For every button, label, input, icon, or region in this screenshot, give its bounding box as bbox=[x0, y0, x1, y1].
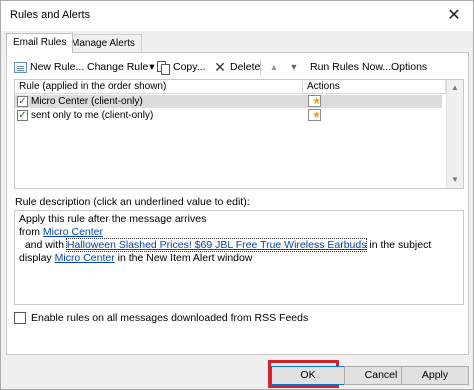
toolbar-separator bbox=[260, 59, 261, 75]
delete-x-icon: ✕ bbox=[214, 59, 226, 75]
delete-rule-button[interactable]: ✕ Delete bbox=[213, 57, 260, 77]
arrow-up-icon: ▲ bbox=[269, 62, 279, 72]
description-text: in the New Item Alert window bbox=[114, 252, 253, 264]
rule-name: sent only to me (client-only) bbox=[31, 110, 154, 121]
description-text: display bbox=[19, 252, 55, 264]
new-item-alert-icon bbox=[308, 95, 321, 107]
scroll-up-icon[interactable]: ▲ bbox=[447, 80, 463, 96]
rss-rules-checkbox[interactable] bbox=[14, 312, 26, 324]
alert-text-link[interactable]: Micro Center bbox=[55, 252, 115, 264]
tab-email-rules[interactable]: Email Rules bbox=[6, 33, 74, 53]
rule-description-box: Apply this rule after the message arrive… bbox=[14, 210, 464, 305]
actions-column-header[interactable]: Actions bbox=[303, 80, 446, 94]
copy-label: Copy... bbox=[173, 61, 206, 73]
scroll-down-icon[interactable]: ▼ bbox=[447, 172, 463, 188]
new-rule-button[interactable]: New Rule... bbox=[14, 57, 84, 77]
description-line: from Micro Center bbox=[19, 226, 459, 239]
ok-button[interactable]: OK bbox=[271, 366, 345, 385]
chevron-down-icon: ▾ bbox=[149, 61, 155, 73]
window-title: Rules and Alerts bbox=[10, 9, 91, 21]
rules-list-scrollbar[interactable]: ▲ ▼ bbox=[446, 80, 463, 188]
tab-manage-alerts[interactable]: Manage Alerts bbox=[64, 34, 142, 52]
description-text: from bbox=[19, 226, 43, 238]
email-rules-panel: New Rule... Change Rule ▾ Copy... ✕ Dele… bbox=[6, 52, 469, 355]
rule-name: Micro Center (client-only) bbox=[31, 96, 143, 107]
apply-button[interactable]: Apply bbox=[401, 366, 469, 385]
new-rule-icon bbox=[14, 61, 27, 73]
arrow-down-icon: ▼ bbox=[289, 62, 299, 72]
rules-toolbar: New Rule... Change Rule ▾ Copy... ✕ Dele… bbox=[14, 57, 464, 77]
description-line: Apply this rule after the message arrive… bbox=[19, 213, 459, 226]
rule-description-label: Rule description (click an underlined va… bbox=[15, 196, 250, 208]
new-item-alert-icon bbox=[308, 109, 321, 121]
rules-and-alerts-dialog: Rules and Alerts ✕ Email Rules Manage Al… bbox=[0, 0, 474, 390]
rule-row[interactable]: ✓ sent only to me (client-only) bbox=[15, 109, 442, 122]
close-icon[interactable]: ✕ bbox=[441, 5, 467, 25]
rule-enabled-checkbox[interactable]: ✓ bbox=[17, 110, 28, 121]
description-text: and with bbox=[19, 239, 67, 251]
change-rule-label: Change Rule bbox=[87, 61, 149, 73]
rules-list: Rule (applied in the order shown) Action… bbox=[14, 79, 464, 189]
rule-enabled-checkbox[interactable]: ✓ bbox=[17, 96, 28, 107]
description-line: and with Halloween Slashed Prices! $69 J… bbox=[19, 238, 459, 252]
options-button[interactable]: Options bbox=[391, 57, 427, 77]
move-down-button[interactable]: ▼ bbox=[288, 57, 303, 77]
rss-rules-label: Enable rules on all messages downloaded … bbox=[31, 312, 309, 324]
rule-row[interactable]: ✓ Micro Center (client-only) bbox=[15, 95, 442, 108]
change-rule-button[interactable]: Change Rule ▾ bbox=[87, 57, 155, 77]
description-text: in the subject bbox=[366, 239, 432, 251]
delete-label: Delete bbox=[230, 61, 261, 73]
copy-rule-button[interactable]: Copy... bbox=[157, 57, 205, 77]
subject-words-link[interactable]: Halloween Slashed Prices! $69 JBL Free T… bbox=[65, 238, 368, 252]
title-bar: Rules and Alerts ✕ bbox=[1, 1, 473, 31]
new-rule-label: New Rule... bbox=[30, 61, 85, 73]
rss-option: Enable rules on all messages downloaded … bbox=[14, 311, 308, 325]
rule-column-header[interactable]: Rule (applied in the order shown) bbox=[15, 80, 303, 94]
description-line: display Micro Center in the New Item Ale… bbox=[19, 252, 459, 265]
description-text: Apply this rule after the message arrive… bbox=[19, 213, 207, 225]
run-rules-now-button[interactable]: Run Rules Now... bbox=[310, 57, 391, 77]
sender-link[interactable]: Micro Center bbox=[43, 226, 103, 238]
copy-icon bbox=[157, 60, 170, 75]
move-up-button[interactable]: ▲ bbox=[268, 57, 283, 77]
